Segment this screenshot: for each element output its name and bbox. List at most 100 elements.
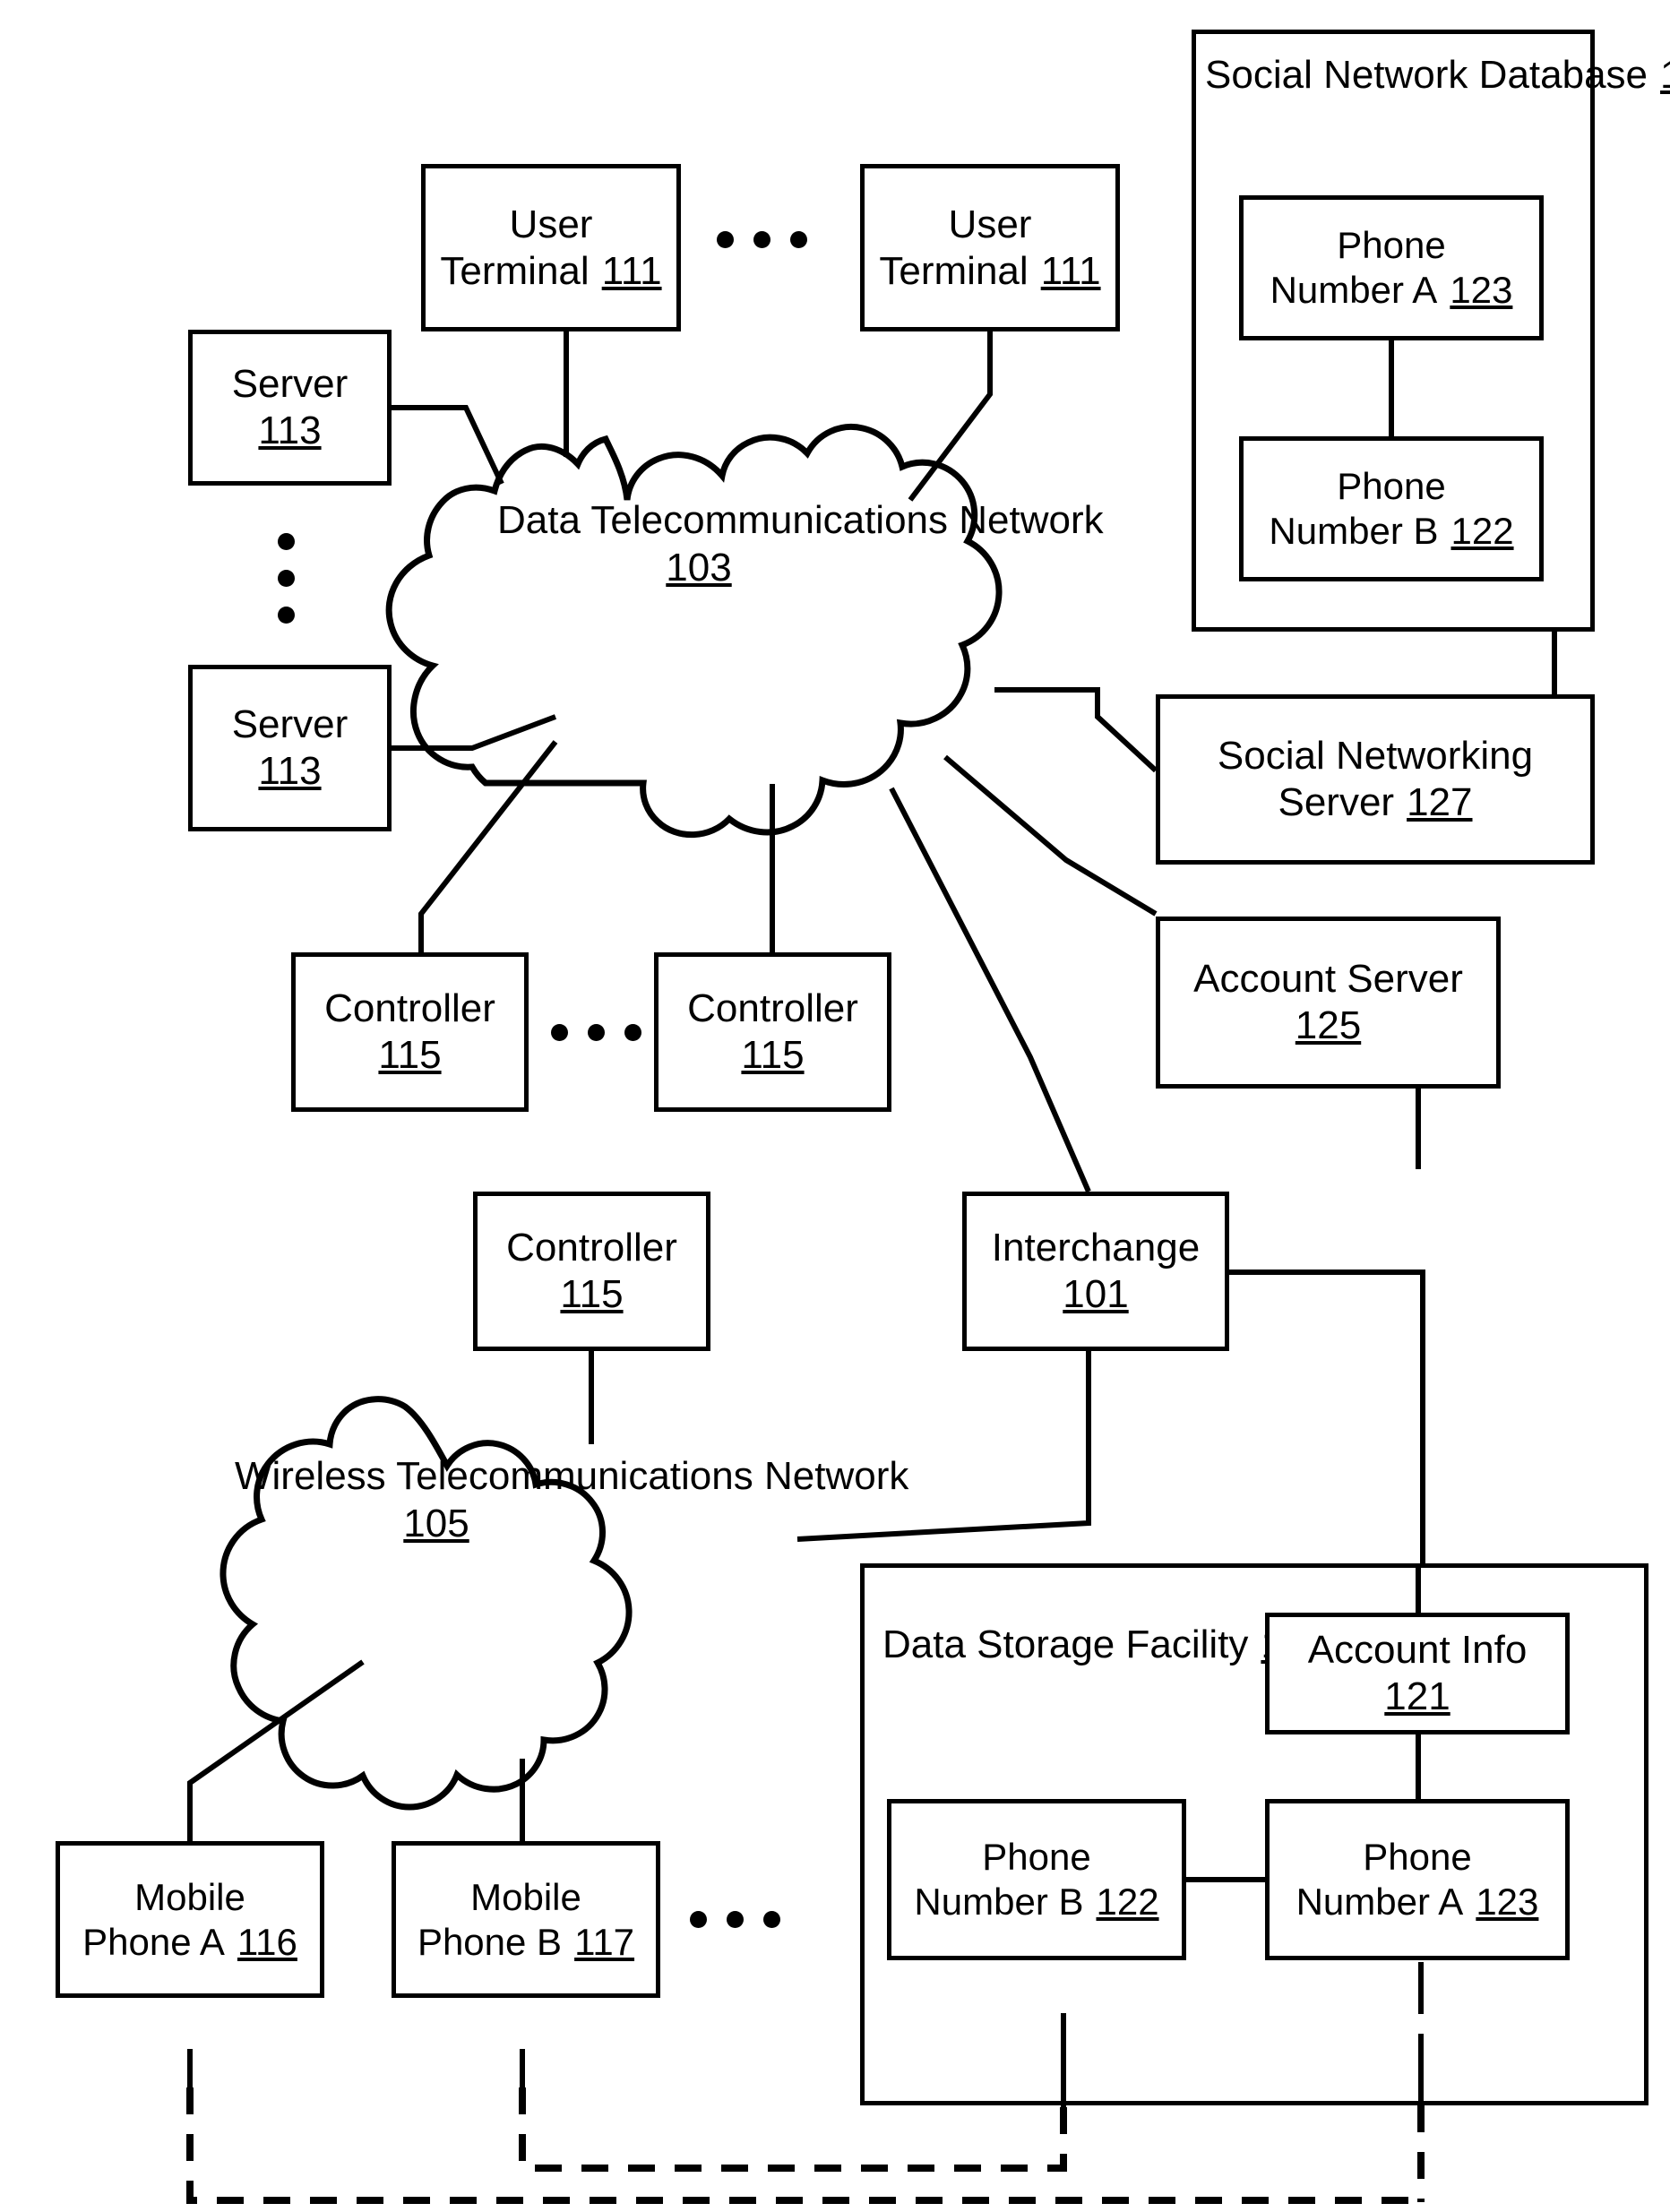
sndb-phone-a-ref: 123 [1450, 269, 1513, 311]
node-mobile-phone-a[interactable]: Mobile Phone A 116 [56, 1841, 324, 1998]
line-server-top-to-cloud [392, 405, 504, 486]
ellipsis-dot [278, 533, 295, 550]
wireless-network-line2: Telecommunications [396, 1454, 753, 1498]
wireless-network-line3: Network [763, 1454, 909, 1498]
social-networking-server-line2: Server 127 [1278, 780, 1473, 824]
node-dsf-phone-number-b[interactable]: Phone Number B 122 [887, 1799, 1186, 1960]
user-terminal-left-line1: User [509, 202, 593, 246]
ellipsis-dot [690, 1911, 707, 1928]
mobile-phone-a-line2: Phone A 116 [82, 1920, 297, 1963]
node-social-networking-server[interactable]: Social Networking Server 127 [1156, 694, 1595, 865]
label-data-storage-facility: Data Storage Facility107 [882, 1622, 1327, 1668]
server-bottom-label: Server [231, 702, 349, 747]
node-sndb-phone-number-a[interactable]: Phone Number A 123 [1239, 195, 1544, 340]
ellipsis-dot [763, 1911, 780, 1928]
dsf-phone-a-line2: Number A 123 [1296, 1881, 1539, 1923]
node-controller-lower[interactable]: Controller 115 [473, 1192, 710, 1351]
line-user-terminal-right-to-cloud [908, 331, 993, 502]
user-terminal-left-line2: Terminal 111 [440, 248, 662, 293]
data-network-cloud-outline [385, 424, 1003, 839]
dsf-phone-b-line1: Phone [982, 1836, 1091, 1879]
account-server-ref: 125 [1295, 1003, 1362, 1047]
user-terminal-right-line2: Terminal 111 [879, 248, 1101, 293]
controller-lower-ref: 115 [560, 1272, 624, 1316]
user-terminal-right-ref: 111 [1040, 248, 1101, 293]
node-server-top[interactable]: Server 113 [188, 330, 392, 486]
node-interchange[interactable]: Interchange 101 [962, 1192, 1229, 1351]
social-db-line1: Social Network [1205, 53, 1468, 97]
node-controller-mid[interactable]: Controller 115 [654, 952, 891, 1112]
wireless-network-ref: 105 [403, 1501, 469, 1545]
mobile-phone-a-ref: 116 [237, 1920, 297, 1963]
controller-left-ref: 115 [378, 1033, 442, 1077]
social-db-line2: Database129 [1479, 53, 1670, 97]
ellipsis-dot [727, 1911, 744, 1928]
data-network-line1: Data [497, 498, 581, 542]
dsf-phone-b-ref: 122 [1096, 1881, 1159, 1923]
label-data-network-cloud: Data Telecommunications Network 103 [497, 497, 1104, 592]
node-account-server[interactable]: Account Server 125 [1156, 917, 1501, 1089]
ellipsis-dot [717, 231, 734, 248]
node-dsf-phone-number-a[interactable]: Phone Number A 123 [1265, 1799, 1570, 1960]
ellipsis-dot [278, 607, 295, 624]
line-interchange-to-data-storage-facility [1229, 1270, 1425, 1563]
dsf-phone-a-ref: 123 [1476, 1881, 1539, 1923]
label-social-network-database: Social Network Database129 [1205, 52, 1670, 99]
controller-mid-ref: 115 [741, 1033, 805, 1077]
node-account-info[interactable]: Account Info 121 [1265, 1613, 1570, 1734]
node-server-bottom[interactable]: Server 113 [188, 665, 392, 831]
ellipsis-mobile-phones [690, 1911, 780, 1928]
controller-left-label: Controller [324, 986, 495, 1031]
node-mobile-phone-b[interactable]: Mobile Phone B 117 [392, 1841, 660, 1998]
server-bottom-ref: 113 [258, 749, 322, 793]
line-cloud-to-interchange [889, 787, 1091, 1193]
patent-figure: User Terminal 111 User Terminal 111 Server… [0, 0, 1670, 2212]
server-top-ref: 113 [258, 409, 322, 452]
ellipsis-dot [624, 1024, 641, 1041]
mobile-phone-b-ref: 117 [574, 1920, 635, 1963]
mobile-phone-a-line1: Mobile [134, 1875, 245, 1918]
line-cloud-to-social-networking-server [994, 687, 1158, 773]
user-terminal-right-line1: User [948, 202, 1032, 246]
account-info-ref: 121 [1384, 1674, 1450, 1718]
data-network-line3: Network [959, 498, 1104, 542]
data-storage-facility-line1: Data Storage [882, 1622, 1115, 1666]
data-network-ref: 103 [666, 545, 732, 590]
sndb-phone-b-ref: 122 [1450, 510, 1514, 552]
ellipsis-user-terminals [717, 231, 807, 248]
account-server-label: Account Server [1193, 957, 1463, 1002]
ellipsis-dot [753, 231, 770, 248]
sndb-phone-a-line2: Number A 123 [1270, 269, 1513, 311]
dsf-phone-b-line2: Number B 122 [914, 1881, 1159, 1923]
ellipsis-dot [278, 570, 295, 587]
node-controller-left[interactable]: Controller 115 [291, 952, 529, 1112]
ellipsis-dot [588, 1024, 605, 1041]
social-networking-server-ref: 127 [1407, 780, 1473, 824]
ellipsis-controllers [551, 1024, 641, 1041]
server-top-label: Server [231, 362, 349, 407]
ellipsis-dot [790, 231, 807, 248]
data-network-line2: Telecommunications [590, 498, 949, 542]
line-cloud-to-controller-left [418, 740, 558, 952]
node-user-terminal-left[interactable]: User Terminal 111 [421, 164, 681, 331]
mobile-phone-b-line1: Mobile [470, 1875, 581, 1918]
user-terminal-left-ref: 111 [601, 248, 662, 293]
wireless-network-line1: Wireless [235, 1454, 386, 1498]
sndb-phone-b-line1: Phone [1337, 465, 1446, 508]
ellipsis-dot [551, 1024, 568, 1041]
account-info-label: Account Info [1307, 1628, 1528, 1673]
interchange-label: Interchange [991, 1226, 1201, 1270]
node-user-terminal-right[interactable]: User Terminal 111 [860, 164, 1120, 331]
social-networking-server-line1: Social Networking [1217, 734, 1534, 779]
dsf-phone-a-line1: Phone [1363, 1836, 1472, 1879]
line-interchange-to-wireless-cloud [796, 1351, 1091, 1542]
label-wireless-network-cloud: Wireless Telecommunications Network 105 [235, 1453, 908, 1548]
sndb-phone-a-line1: Phone [1337, 224, 1446, 267]
node-sndb-phone-number-b[interactable]: Phone Number B 122 [1239, 436, 1544, 581]
mobile-phone-b-line2: Phone B 117 [417, 1920, 635, 1963]
line-cloud-to-account-server [943, 754, 1158, 917]
interchange-ref: 101 [1063, 1272, 1129, 1316]
social-db-ref: 129 [1660, 53, 1670, 97]
ellipsis-servers [278, 533, 295, 624]
controller-mid-label: Controller [687, 986, 858, 1031]
